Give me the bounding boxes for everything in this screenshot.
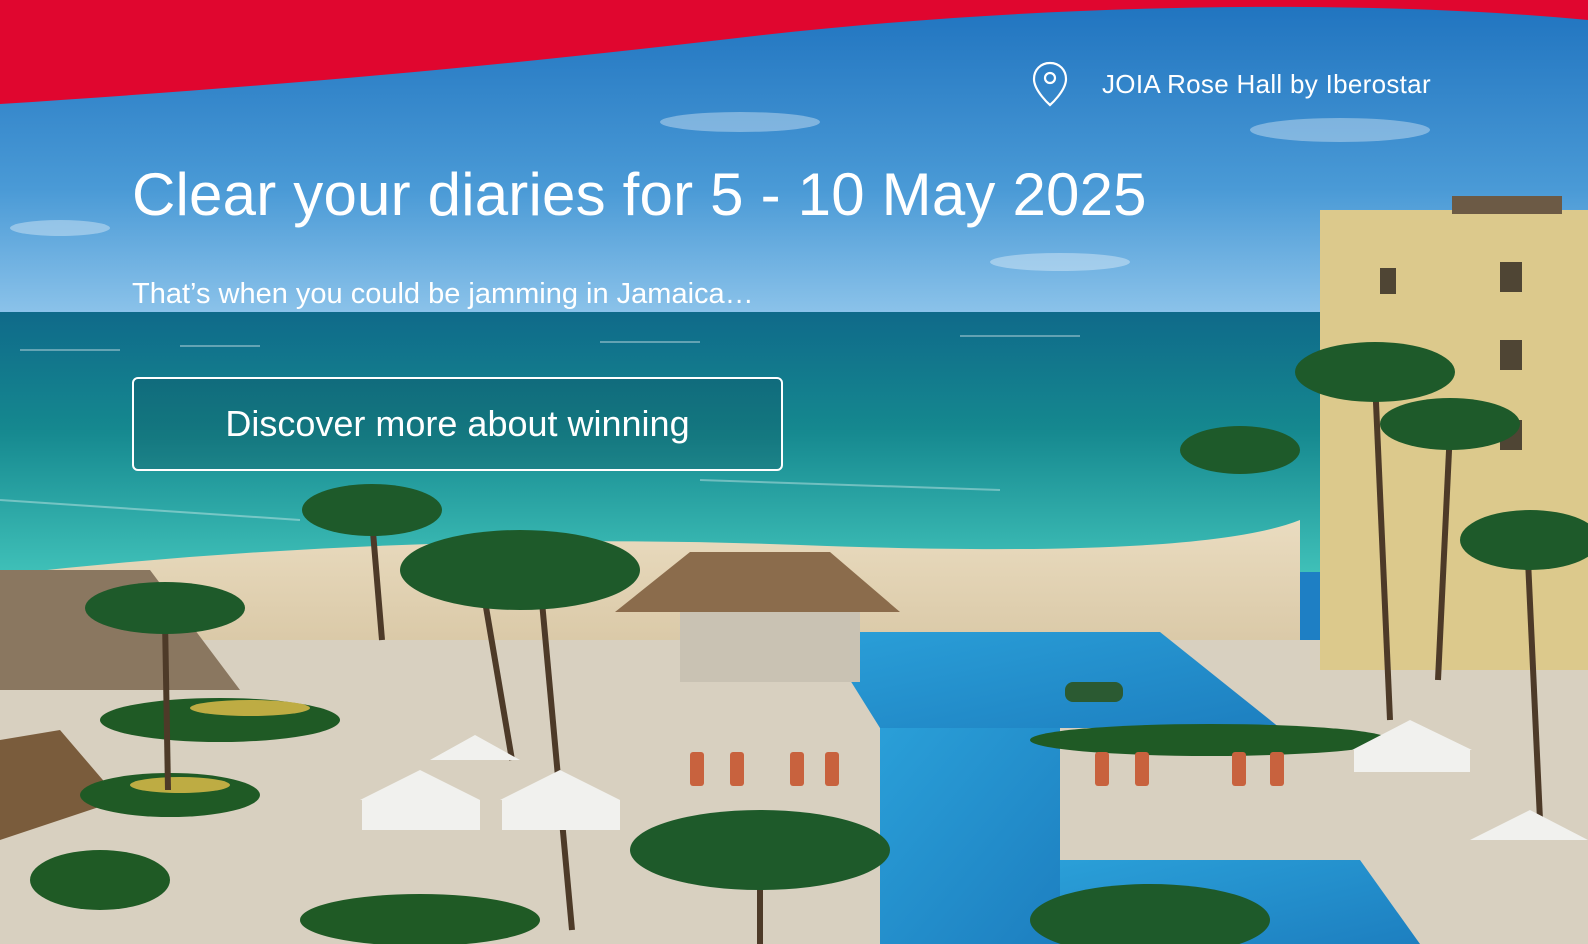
page-title: Clear your diaries for 5 - 10 May 2025 bbox=[132, 161, 1147, 228]
resort-photo bbox=[0, 0, 1588, 944]
location-tag: JOIA Rose Hall by Iberostar bbox=[1030, 60, 1431, 108]
map-pin-icon bbox=[1030, 60, 1070, 108]
discover-more-button[interactable]: Discover more about winning bbox=[132, 377, 783, 471]
hero-banner: JOIA Rose Hall by Iberostar Clear your d… bbox=[0, 0, 1588, 944]
subtitle: That’s when you could be jamming in Jama… bbox=[132, 278, 754, 310]
location-name: JOIA Rose Hall by Iberostar bbox=[1102, 69, 1431, 99]
